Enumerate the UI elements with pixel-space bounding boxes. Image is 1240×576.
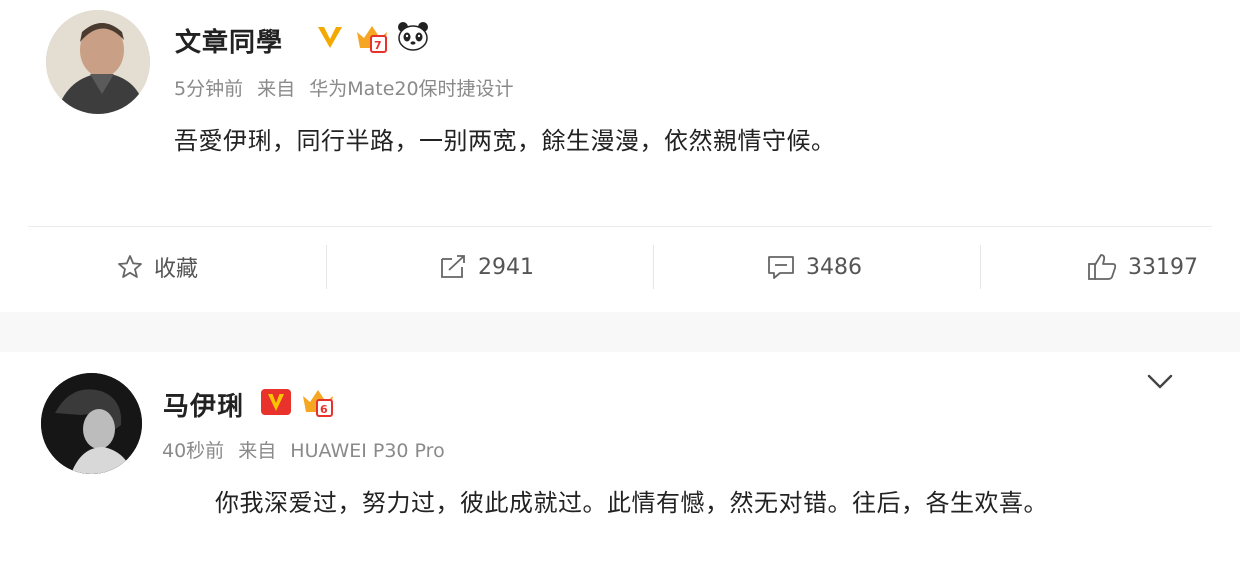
source-prefix: 来自 [238, 440, 277, 462]
reply-avatar[interactable] [41, 373, 142, 474]
star-icon [118, 255, 142, 278]
source-prefix: 来自 [257, 78, 296, 100]
avatar-image [46, 10, 150, 114]
post-text: 吾愛伊琍，同行半路，一别两宽，餘生漫漫，依然親情守候。 [174, 127, 836, 155]
svg-text:7: 7 [374, 39, 382, 52]
like-count: 33197 [1128, 254, 1198, 280]
chevron-down-icon[interactable] [1146, 372, 1174, 392]
post-meta: 5分钟前 来自 华为Mate20保时捷设计 [174, 74, 514, 101]
repost-button[interactable]: 2941 [438, 250, 534, 284]
verified-v-icon [318, 27, 342, 48]
member-crown-icon: 7 [357, 26, 387, 53]
action-separator [326, 245, 327, 289]
repost-count: 2941 [478, 254, 534, 280]
repost-icon [441, 255, 465, 278]
reply-time: 40秒前 [162, 440, 225, 462]
post-card: 文章同學 7 5分钟前 来自 华为Mate20保时捷设计 吾愛伊琍，同行半路，一… [0, 0, 1240, 312]
favorite-button[interactable]: 收藏 [116, 250, 198, 284]
svg-text:6: 6 [320, 403, 328, 416]
favorite-label: 收藏 [154, 257, 199, 282]
divider [28, 226, 1212, 227]
post-source[interactable]: 华为Mate20保时捷设计 [309, 78, 513, 100]
like-button[interactable]: 33197 [1086, 250, 1198, 284]
member-crown-icon: 6 [303, 390, 333, 417]
author-name[interactable]: 文章同學 [175, 22, 283, 59]
reply-text: 你我深爱过，努力过，彼此成就过。此情有憾，然无对错。往后，各生欢喜。 [215, 489, 1048, 517]
verified-v-icon [261, 389, 291, 415]
panda-icon [398, 22, 428, 51]
comment-icon [768, 256, 794, 279]
reply-meta: 40秒前 来自 HUAWEI P30 Pro [162, 436, 445, 463]
post-time: 5分钟前 [174, 78, 244, 100]
action-separator [653, 245, 654, 289]
action-separator [980, 245, 981, 289]
reply-author-name[interactable]: 马伊琍 [163, 386, 244, 423]
avatar-image [41, 373, 142, 474]
comment-button[interactable]: 3486 [766, 250, 862, 284]
reply-source[interactable]: HUAWEI P30 Pro [290, 440, 444, 462]
thumbs-up-icon [1088, 254, 1117, 280]
avatar[interactable] [46, 10, 150, 114]
comment-count: 3486 [806, 254, 862, 280]
